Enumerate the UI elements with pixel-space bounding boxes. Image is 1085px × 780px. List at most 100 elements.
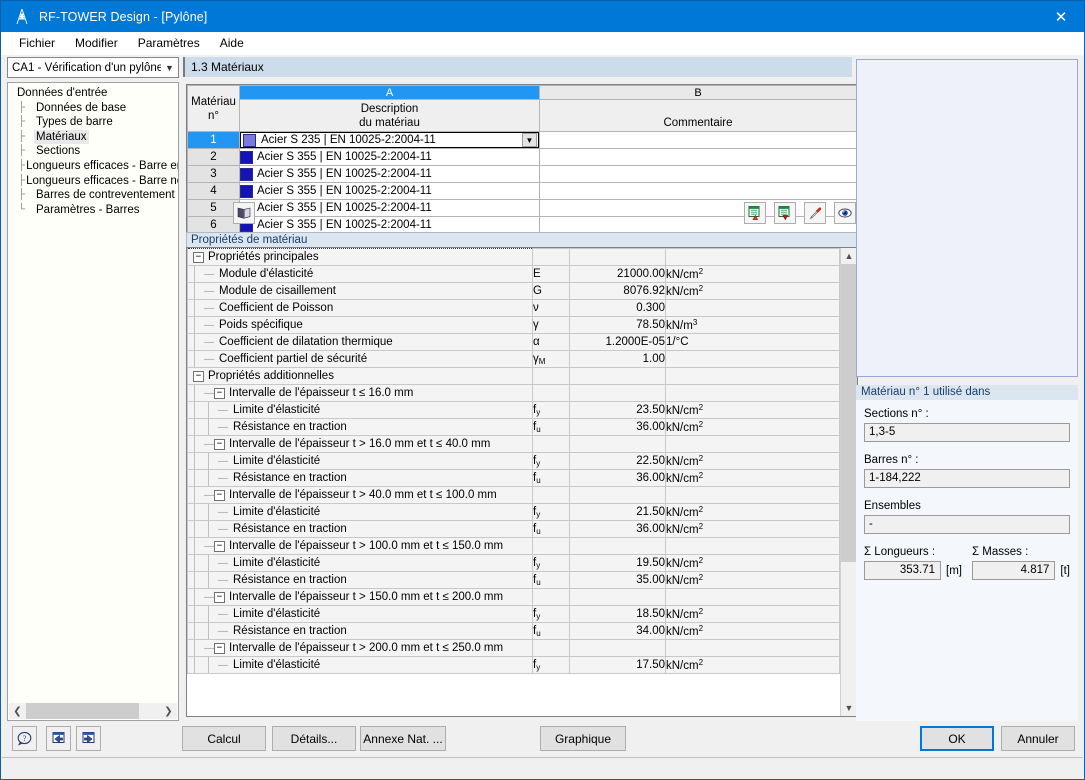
property-group-row[interactable]: — − Intervalle de l'épaisseur t > 200.0 mm… (187, 639, 840, 657)
scroll-right-icon[interactable]: ❯ (160, 703, 177, 719)
graphique-button[interactable]: Graphique (540, 726, 626, 751)
property-row[interactable]: — Résistance en traction fu 36.00 kN/cm2 (187, 520, 840, 538)
property-row[interactable]: — Limite d'élasticité fy 23.50 kN/cm2 (187, 401, 840, 419)
material-description-cell[interactable]: Acier S 355 | EN 10025-2:2004-11 (239, 182, 540, 200)
material-color-swatch[interactable] (240, 167, 253, 181)
property-row[interactable]: — Résistance en traction fu 36.00 kN/cm2 (187, 418, 840, 436)
material-description-editor[interactable]: Acier S 235 | EN 10025-2:2004-11 ▼ (240, 132, 539, 148)
property-value-cell[interactable] (569, 486, 666, 504)
annuler-button[interactable]: Annuler (1001, 726, 1075, 751)
pipette-icon[interactable] (804, 202, 826, 224)
property-value-cell[interactable]: 18.50 (569, 605, 666, 623)
column-header-a[interactable]: A (239, 85, 540, 100)
table-row[interactable]: 3 Acier S 355 | EN 10025-2:2004-11 (187, 165, 857, 183)
property-value-cell[interactable] (569, 588, 666, 606)
property-value-cell[interactable] (569, 248, 666, 266)
sidebar-item-barres-de-contreventement[interactable]: ├ Barres de contreventement (12, 188, 178, 203)
property-row[interactable]: — Limite d'élasticité fy 17.50 kN/cm2 (187, 656, 840, 674)
annexe-nat-button[interactable]: Annexe Nat. ... (360, 726, 446, 751)
bars-field[interactable]: 1-184,222 (864, 469, 1070, 488)
row-number[interactable]: 2 (187, 148, 240, 166)
collapse-expander-icon[interactable]: − (214, 387, 225, 399)
material-description-cell[interactable]: Acier S 235 | EN 10025-2:2004-11 ▼ (239, 131, 540, 149)
details-button[interactable]: Détails... (272, 726, 356, 751)
property-row[interactable]: — Résistance en traction fu 34.00 kN/cm2 (187, 622, 840, 640)
sidebar-item-param-tres-barres[interactable]: └ Paramètres - Barres (12, 203, 178, 218)
table-export-icon[interactable] (774, 202, 796, 224)
menu-fichier[interactable]: Fichier (9, 34, 65, 52)
eye-icon[interactable] (834, 202, 856, 224)
property-value-cell[interactable]: 23.50 (569, 401, 666, 419)
property-value-cell[interactable] (569, 367, 666, 385)
property-row[interactable]: — Limite d'élasticité fy 22.50 kN/cm2 (187, 452, 840, 470)
calcul-button[interactable]: Calcul (182, 726, 266, 751)
sets-field[interactable]: - (864, 515, 1070, 534)
property-value-cell[interactable] (569, 537, 666, 555)
property-value-cell[interactable] (569, 384, 666, 402)
property-row[interactable]: — Module d'élasticité E 21000.00 kN/cm2 (187, 265, 840, 283)
material-description-cell[interactable]: Acier S 355 | EN 10025-2:2004-11 (239, 165, 540, 183)
sidebar-item-longueurs-efficaces-barre-nor[interactable]: ├ Longueurs efficaces - Barre nor (12, 174, 178, 189)
arrow-left-window-icon[interactable] (46, 726, 71, 751)
property-value-cell[interactable]: 19.50 (569, 554, 666, 572)
row-number[interactable]: 3 (187, 165, 240, 183)
property-group-row[interactable]: — − Intervalle de l'épaisseur t > 16.0 mm … (187, 435, 840, 453)
property-value-cell[interactable]: 34.00 (569, 622, 666, 640)
close-icon[interactable]: ✕ (1038, 1, 1084, 32)
row-number[interactable]: 1 (187, 131, 240, 149)
property-group-row[interactable]: − Propriétés principales (187, 248, 840, 266)
book-icon[interactable] (233, 202, 255, 224)
property-value-cell[interactable]: 17.50 (569, 656, 666, 674)
collapse-expander-icon[interactable]: − (214, 438, 225, 450)
property-value-cell[interactable]: 1.2000E-05 (569, 333, 666, 351)
property-value-cell[interactable]: 36.00 (569, 520, 666, 538)
chevron-down-icon[interactable]: ▼ (522, 133, 537, 147)
material-color-swatch[interactable] (243, 133, 256, 147)
menu-aide[interactable]: Aide (210, 34, 254, 52)
property-value-cell[interactable]: 8076.92 (569, 282, 666, 300)
property-row[interactable]: — Coefficient de dilatation thermique α 1.2… (187, 333, 840, 351)
graphic-preview[interactable] (856, 59, 1078, 377)
sidebar-item-donn-es-de-base[interactable]: ├ Données de base (12, 101, 178, 116)
question-bubble-icon[interactable]: ? (12, 726, 37, 751)
property-row[interactable]: — Résistance en traction fu 35.00 kN/cm2 (187, 571, 840, 589)
property-row[interactable]: — Coefficient partiel de sécurité γM 1.00 (187, 350, 840, 368)
ok-button[interactable]: OK (920, 726, 994, 751)
property-row[interactable]: — Module de cisaillement G 8076.92 kN/cm2 (187, 282, 840, 300)
table-row[interactable]: 1 Acier S 235 | EN 10025-2:2004-11 ▼ (187, 131, 857, 149)
table-row[interactable]: 2 Acier S 355 | EN 10025-2:2004-11 (187, 148, 857, 166)
property-group-row[interactable]: — − Intervalle de l'épaisseur t ≤ 16.0 mm (187, 384, 840, 402)
property-value-cell[interactable]: 0.300 (569, 299, 666, 317)
property-group-row[interactable]: — − Intervalle de l'épaisseur t > 100.0 mm… (187, 537, 840, 555)
collapse-expander-icon[interactable]: − (193, 370, 204, 382)
tree-horizontal-scrollbar[interactable]: ❮ ❯ (9, 703, 177, 719)
property-group-row[interactable]: — − Intervalle de l'épaisseur t > 150.0 mm… (187, 588, 840, 606)
property-value-cell[interactable]: 36.00 (569, 469, 666, 487)
property-value-cell[interactable]: 21000.00 (569, 265, 666, 283)
table-row[interactable]: 4 Acier S 355 | EN 10025-2:2004-11 (187, 182, 857, 200)
sidebar-item-longueurs-efficaces-barre-en[interactable]: ├ Longueurs efficaces - Barre en (12, 159, 178, 174)
sections-field[interactable]: 1,3-5 (864, 423, 1070, 442)
table-import-icon[interactable] (744, 202, 766, 224)
property-value-cell[interactable]: 36.00 (569, 418, 666, 436)
sidebar-item-sections[interactable]: ├ Sections (12, 144, 178, 159)
sidebar-item-mat-riaux[interactable]: ├ Matériaux (12, 129, 178, 145)
material-comment-cell[interactable] (539, 182, 857, 200)
menu-parametres[interactable]: Paramètres (128, 34, 210, 52)
property-value-cell[interactable]: 1.00 (569, 350, 666, 368)
property-row[interactable]: — Poids spécifique γ 78.50 kN/m3 (187, 316, 840, 334)
property-row[interactable]: — Coefficient de Poisson ν 0.300 (187, 299, 840, 317)
property-value-cell[interactable]: 21.50 (569, 503, 666, 521)
scroll-thumb[interactable] (26, 703, 139, 719)
property-value-cell[interactable]: 35.00 (569, 571, 666, 589)
case-selector-combo[interactable]: CA1 - Vérification d'un pylône ▼ (7, 57, 179, 78)
property-value-cell[interactable] (569, 435, 666, 453)
material-comment-cell[interactable] (539, 165, 857, 183)
material-color-swatch[interactable] (240, 184, 253, 198)
collapse-expander-icon[interactable]: − (214, 591, 225, 603)
property-value-cell[interactable]: 22.50 (569, 452, 666, 470)
masses-field[interactable]: 4.817 (972, 561, 1056, 580)
tree-root[interactable]: Données d'entrée (12, 86, 178, 101)
collapse-expander-icon[interactable]: − (214, 642, 225, 654)
property-row[interactable]: — Limite d'élasticité fy 18.50 kN/cm2 (187, 605, 840, 623)
